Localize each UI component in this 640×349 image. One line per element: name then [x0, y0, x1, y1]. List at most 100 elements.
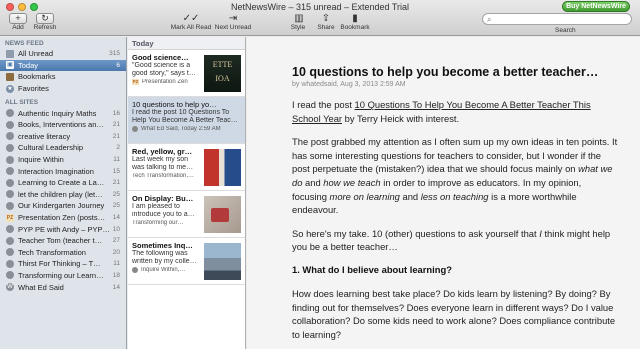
- article-subheading: 1. What do I believe about learning?: [292, 263, 452, 275]
- site-icon: [6, 190, 14, 199]
- plus-icon: +: [9, 13, 27, 24]
- search-input[interactable]: [497, 15, 627, 24]
- site-icon: [6, 167, 14, 176]
- article-title: On Display: Bu…: [132, 194, 194, 203]
- sidebar-item-bookmarks[interactable]: Bookmarks: [0, 71, 126, 83]
- calendar-icon: ▣: [6, 61, 14, 70]
- list-item[interactable]: Red, yellow, gr… Last week my son was ta…: [128, 144, 245, 191]
- sidebar-item-site[interactable]: Transforming our Learn… 18: [0, 270, 126, 282]
- site-icon: [6, 271, 14, 280]
- article-excerpt: good story," says t…: [132, 70, 196, 78]
- site-label: Teacher Tom (teacher t…: [18, 236, 103, 246]
- wordpress-icon: W: [6, 283, 14, 292]
- sidebar-item-label: Favorites: [18, 84, 49, 94]
- site-label: Tech Transformation: [18, 247, 86, 257]
- sidebar-item-site[interactable]: Tech Transformation 20: [0, 247, 126, 259]
- site-label: Learning to Create a La…: [18, 178, 105, 188]
- list-item[interactable]: On Display: Bu… I am pleased to introduc…: [128, 191, 245, 238]
- unread-count: 21: [112, 179, 120, 187]
- site-icon: [6, 109, 14, 118]
- unread-count: 10: [112, 225, 120, 233]
- site-label: Inquire Within: [18, 155, 64, 165]
- unread-count: 27: [112, 237, 120, 245]
- article-title: Sometimes Inq…: [132, 241, 193, 250]
- unread-count: 21: [112, 132, 120, 140]
- star-icon: ★: [6, 84, 14, 93]
- article-paragraph: The post grabbed my attention as I often…: [292, 135, 618, 217]
- sidebar-item-site[interactable]: let the children play (let… 25: [0, 189, 126, 201]
- sidebar-item-site[interactable]: PYP PE with Andy – PYP… 10: [0, 223, 126, 235]
- article-paragraph: How does learning best take place? Do ki…: [292, 287, 616, 340]
- article-title: 10 questions to help yo…: [132, 100, 217, 109]
- style-button[interactable]: ▥ Style: [290, 13, 306, 31]
- style-label: Style: [290, 24, 306, 31]
- refresh-button[interactable]: ↻ Refresh: [31, 13, 59, 31]
- article-thumbnail: [204, 243, 241, 280]
- article-paragraph: So here's my take. 10 (other) questions …: [292, 227, 618, 254]
- site-label: What Ed Said: [18, 282, 64, 292]
- article-excerpt: was talking to me…: [132, 164, 194, 172]
- list-item-selected[interactable]: 10 questions to help yo… I read the post…: [128, 97, 245, 144]
- site-label: creative literacy: [18, 131, 71, 141]
- double-check-icon: ✓✓: [182, 13, 200, 24]
- sidebar-item-site[interactable]: PZ Presentation Zen (posts… 14: [0, 212, 126, 224]
- article-excerpt: written by my colle…: [132, 258, 197, 266]
- buy-button[interactable]: Buy NetNewsWire: [562, 1, 630, 12]
- wordpress-icon: [132, 267, 138, 274]
- window-title: NetNewsWire – 315 unread – Extended Tria…: [230, 2, 410, 12]
- article-paragraph: I read the post 10 Questions To Help You…: [292, 98, 618, 125]
- sidebar-item-site[interactable]: Authentic Inquiry Maths 16: [0, 107, 126, 119]
- next-arrow-icon: ⇥: [228, 13, 238, 24]
- article-byline: by whatedsaid, Aug 3, 2013 2:59 AM: [292, 81, 406, 88]
- share-button[interactable]: ⇪ Share: [316, 13, 336, 31]
- add-button[interactable]: + Add: [6, 13, 30, 31]
- sidebar-item-site[interactable]: Cultural Leadership 2: [0, 142, 126, 154]
- article-source-label: Transforming our…: [132, 220, 184, 227]
- search-icon: ⌕: [487, 15, 492, 24]
- article-excerpt: Help You Become A Better Teac…: [132, 117, 238, 125]
- article-heading: 10 questions to help you become a better…: [292, 65, 599, 79]
- sidebar-item-site[interactable]: creative literacy 21: [0, 131, 126, 143]
- unread-count: 11: [113, 156, 120, 164]
- presentation-zen-icon: PZ: [132, 79, 139, 86]
- next-unread-button[interactable]: ⇥ Next Unread: [213, 13, 253, 31]
- list-item[interactable]: Sometimes Inq… The following was written…: [128, 238, 245, 285]
- news-feed-header: NEWS FEED: [5, 40, 44, 47]
- sidebar-item-all-unread[interactable]: All Unread 315: [0, 48, 126, 60]
- sidebar-item-today[interactable]: ▣ Today 6: [0, 59, 126, 72]
- sidebar-item-site[interactable]: Our Kindergarten Journey 25: [0, 200, 126, 212]
- emphasis: how we teach: [323, 176, 381, 188]
- site-label: PYP PE with Andy – PYP…: [18, 224, 110, 234]
- sidebar-item-site[interactable]: Learning to Create a La… 21: [0, 177, 126, 189]
- bookmark-icon: ▮: [352, 13, 358, 24]
- mark-all-read-button[interactable]: ✓✓ Mark All Read: [170, 13, 212, 31]
- unread-count: 21: [112, 121, 120, 129]
- list-item[interactable]: Good science… "Good science is a good st…: [128, 50, 245, 97]
- article-reader: 10 questions to help you become a better…: [247, 37, 640, 349]
- sidebar-item-site[interactable]: W What Ed Said 14: [0, 281, 126, 293]
- text: I read the post: [292, 99, 355, 110]
- sidebar-item-site[interactable]: Interaction Imagination 15: [0, 165, 126, 177]
- sidebar-item-site[interactable]: Thirst For Thinking – T… 11: [0, 258, 126, 270]
- article-source: Transforming our…: [132, 220, 202, 226]
- site-icon: [6, 120, 14, 129]
- sidebar-item-site[interactable]: Inquire Within 11: [0, 154, 126, 166]
- site-icon: [6, 155, 14, 164]
- sidebar-item-site[interactable]: Books, Interventions an… 21: [0, 119, 126, 131]
- article-thumbnail: ETTE IOA: [204, 55, 241, 92]
- article-thumbnail: [204, 149, 241, 186]
- bookmark-label: Bookmark: [340, 24, 370, 31]
- window-toolbar: NetNewsWire – 315 unread – Extended Tria…: [0, 0, 640, 36]
- site-icon: [6, 132, 14, 141]
- search-field[interactable]: ⌕: [482, 13, 632, 25]
- sidebar: NEWS FEED All Unread 315 ▣ Today 6 Bookm…: [0, 37, 127, 349]
- site-icon: [6, 248, 14, 257]
- unread-count: 14: [112, 214, 120, 222]
- sidebar-item-favorites[interactable]: ★ Favorites: [0, 83, 126, 95]
- article-source-label: What Ed Said, Today 2:59 AM: [141, 126, 221, 133]
- article-source-label: Inquire Within,…: [141, 267, 186, 274]
- sidebar-item-site[interactable]: Teacher Tom (teacher t… 27: [0, 235, 126, 247]
- bookmark-button[interactable]: ▮ Bookmark: [339, 13, 371, 31]
- style-icon: ▥: [294, 13, 304, 24]
- site-icon: [6, 143, 14, 152]
